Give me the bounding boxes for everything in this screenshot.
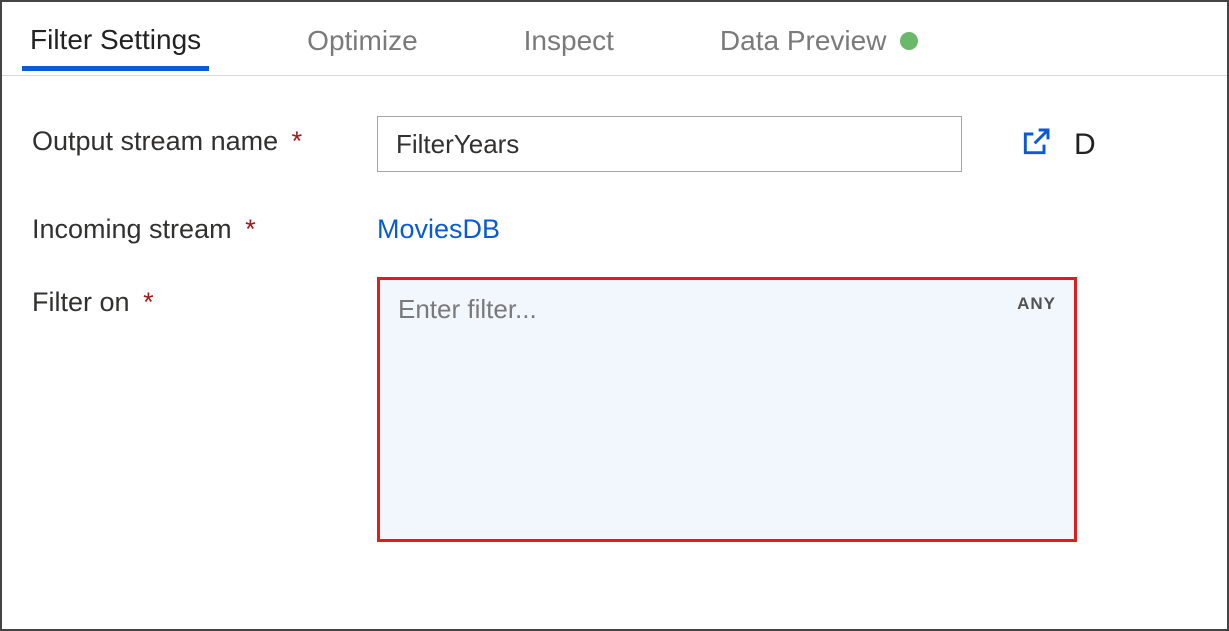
truncated-text: D <box>1074 128 1096 162</box>
required-star-icon: * <box>245 214 256 244</box>
tab-optimize[interactable]: Optimize <box>299 7 425 71</box>
tab-inspect[interactable]: Inspect <box>516 7 622 71</box>
label-output-stream-text: Output stream name <box>32 126 278 156</box>
tab-data-preview-label: Data Preview <box>720 25 887 57</box>
label-output-stream: Output stream name * <box>32 116 377 157</box>
filter-expression-input[interactable]: Enter filter... ANY <box>377 277 1077 542</box>
filter-settings-panel: Output stream name * D Incoming stream *… <box>2 76 1227 584</box>
label-incoming-stream-text: Incoming stream <box>32 214 232 244</box>
filter-placeholder-text: Enter filter... <box>398 294 537 324</box>
filter-type-badge: ANY <box>1017 294 1056 314</box>
row-filter-on: Filter on * Enter filter... ANY <box>32 277 1217 542</box>
incoming-stream-link[interactable]: MoviesDB <box>377 204 500 245</box>
row-output-stream: Output stream name * D <box>32 116 1217 172</box>
tabs-bar: Filter Settings Optimize Inspect Data Pr… <box>2 2 1227 76</box>
status-dot-icon <box>900 32 918 50</box>
label-filter-on-text: Filter on <box>32 287 130 317</box>
tab-filter-settings[interactable]: Filter Settings <box>22 6 209 71</box>
row-incoming-stream: Incoming stream * MoviesDB <box>32 204 1217 245</box>
output-stream-name-input[interactable] <box>377 116 962 172</box>
label-incoming-stream: Incoming stream * <box>32 204 377 245</box>
required-star-icon: * <box>292 126 303 156</box>
open-external-icon[interactable] <box>1020 126 1052 163</box>
label-filter-on: Filter on * <box>32 277 377 318</box>
required-star-icon: * <box>143 287 154 317</box>
right-actions: D <box>1020 116 1096 163</box>
tab-data-preview[interactable]: Data Preview <box>712 7 927 71</box>
